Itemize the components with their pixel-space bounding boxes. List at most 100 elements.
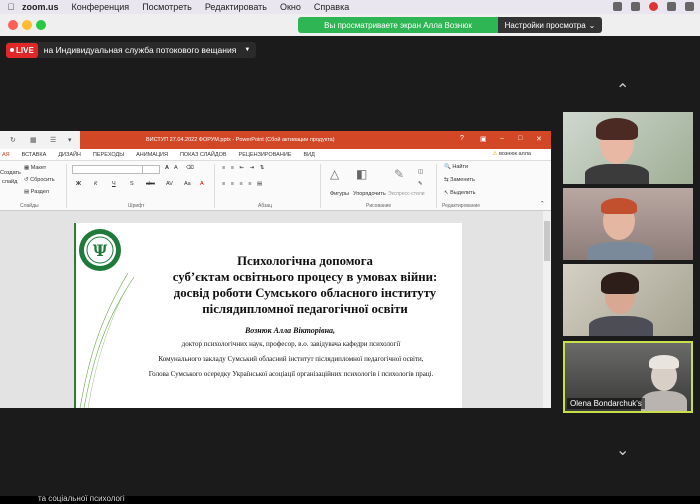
close-icon[interactable]: ✕ xyxy=(536,135,542,143)
list-icons[interactable]: ≡ ≡ ⇤ ⇥ ⇅ xyxy=(222,165,266,171)
quick-styles-icon[interactable]: ✎ xyxy=(394,167,404,181)
arrange-label[interactable]: Упорядочить xyxy=(353,191,386,197)
svg-text:Ψ: Ψ xyxy=(93,241,108,260)
tray-icon[interactable] xyxy=(685,2,694,11)
fill-icon[interactable]: ◫ xyxy=(418,169,423,175)
warning-icon: ⚠ xyxy=(492,151,498,157)
shapes-icon[interactable]: △ xyxy=(330,167,339,181)
tab-slideshow[interactable]: ПОКАЗ СЛАЙДОВ xyxy=(180,152,227,158)
participant-video[interactable] xyxy=(563,188,693,260)
gallery-down-chevron-icon[interactable]: ⌄ xyxy=(616,440,629,460)
group-divider xyxy=(320,164,321,208)
current-slide[interactable]: Ψ Психологічна допомога суб’єктам освітн… xyxy=(74,223,462,408)
menu-view[interactable]: Посмотреть xyxy=(142,2,192,12)
find-button[interactable]: 🔍 Найти xyxy=(444,164,468,170)
participant-video[interactable] xyxy=(563,112,693,184)
ribbon: Создать слайд ▦ Макет ↺ Сбросить ▤ Разде… xyxy=(0,161,551,211)
slide-author-detail: Комунального закладу Сумський обласний і… xyxy=(158,355,424,363)
arrange-icon[interactable]: ◧ xyxy=(356,167,367,181)
reset-button[interactable]: ↺ Сбросить xyxy=(24,177,55,183)
open-icon[interactable]: ☰ xyxy=(50,136,56,144)
zoom-screen:  zoom.us Конференция Посмотреть Редакти… xyxy=(0,0,700,504)
shrink-font-icon[interactable]: A xyxy=(174,165,178,171)
participant-video[interactable] xyxy=(563,264,693,336)
participant-name: Olena Bondarchuk's xyxy=(567,398,645,409)
live-stream-banner[interactable]: LIVE на Индивидуальная служба потокового… xyxy=(6,42,257,58)
gallery-up-chevron-icon[interactable]: ⌃ xyxy=(616,80,629,100)
group-drawing: Рисование xyxy=(366,203,392,209)
menu-edit[interactable]: Редактировать xyxy=(205,2,267,12)
tab-transitions[interactable]: ПЕРЕХОДЫ xyxy=(93,152,124,158)
slide-title-line: післядипломної педагогічної освіти xyxy=(202,302,408,316)
help-icon[interactable]: ? xyxy=(460,135,464,142)
slide-accent-bar xyxy=(74,223,76,408)
minimize-window-button[interactable] xyxy=(22,20,32,30)
active-speaker-video[interactable]: Olena Bondarchuk's xyxy=(563,341,693,413)
pp-titlebar: ВИСТУП 27.04.2022 ФОРУМ.pptx - PowerPoin… xyxy=(80,131,551,149)
layout-label: Макет xyxy=(30,165,47,171)
tab-home[interactable]: АЯ xyxy=(2,152,10,158)
tray-icon[interactable] xyxy=(613,2,622,11)
tab-insert[interactable]: ВСТАВКА xyxy=(22,152,47,158)
case-icon[interactable]: Aa xyxy=(184,181,191,187)
slide-author-detail: Голова Сумського осередку Української ас… xyxy=(148,370,434,378)
apple-icon[interactable]:  xyxy=(0,2,22,12)
font-color-icon[interactable]: A xyxy=(200,181,204,187)
caret-down-icon[interactable]: ▼ xyxy=(244,47,250,53)
redo-icon[interactable]: ↻ xyxy=(10,136,16,144)
slideshow-icon[interactable]: ▦ xyxy=(30,136,37,144)
spacing-icon[interactable]: AV xyxy=(166,181,173,187)
layout-button[interactable]: ▦ Макет xyxy=(24,165,46,171)
tab-design[interactable]: ДИЗАЙН xyxy=(58,152,81,158)
group-font: Шрифт xyxy=(128,203,145,209)
align-icons[interactable]: ≡ ≡ ≡ ≡ ▤ xyxy=(222,181,264,187)
record-icon[interactable] xyxy=(649,2,658,11)
shapes-label[interactable]: Фигуры xyxy=(330,191,349,197)
outline-icon[interactable]: ✎ xyxy=(418,181,423,187)
replace-button[interactable]: ⇆ Заменить xyxy=(444,177,475,183)
slide-scrollbar[interactable] xyxy=(543,211,551,408)
participant-hair xyxy=(596,118,638,140)
group-editing: Редактирование xyxy=(442,203,481,209)
minimize-icon[interactable]: – xyxy=(500,135,504,142)
new-slide-label[interactable]: Создать xyxy=(0,170,21,176)
tab-review[interactable]: РЕЦЕНЗИРОВАНИЕ xyxy=(239,152,292,158)
scrollbar-thumb[interactable] xyxy=(544,221,550,261)
grow-font-icon[interactable]: A xyxy=(165,165,169,171)
replace-label: Заменить xyxy=(450,177,475,183)
participant-body xyxy=(585,164,649,184)
menu-conference[interactable]: Конференция xyxy=(72,2,130,12)
window-titlebar: Вы просматриваете экран Алла Вознюк Наст… xyxy=(0,14,700,36)
clear-format-icon[interactable]: ⌫ xyxy=(186,165,194,171)
close-window-button[interactable] xyxy=(8,20,18,30)
account-name[interactable]: ⚠ вознюк алла xyxy=(493,151,531,157)
italic-icon[interactable]: К xyxy=(94,181,97,187)
group-paragraph: Абзац xyxy=(258,203,273,209)
bold-icon[interactable]: Ж xyxy=(76,181,81,187)
menu-window[interactable]: Окно xyxy=(280,2,301,12)
customize-icon[interactable]: ▾ xyxy=(68,136,72,144)
tab-animation[interactable]: АНИМАЦИЯ xyxy=(136,152,168,158)
tray-icon[interactable] xyxy=(631,2,640,11)
select-button[interactable]: ↖ Выделить xyxy=(444,190,476,196)
view-options-button[interactable]: Настройки просмотра ⌄ xyxy=(498,17,602,33)
menu-app[interactable]: zoom.us xyxy=(22,2,59,12)
shadow-icon[interactable]: S xyxy=(130,181,134,187)
quick-styles-label[interactable]: Экспресс-стили xyxy=(388,191,425,197)
maximize-icon[interactable]: □ xyxy=(518,135,522,142)
section-button[interactable]: ▤ Раздел xyxy=(24,189,49,195)
group-divider xyxy=(214,164,215,208)
ribbon-options-icon[interactable]: ▣ xyxy=(480,135,487,143)
institute-logo-icon: Ψ xyxy=(79,229,121,271)
menu-help[interactable]: Справка xyxy=(314,2,349,12)
fullscreen-window-button[interactable] xyxy=(36,20,46,30)
slide-title-line: суб’єктам освітнього процесу в умовах ві… xyxy=(172,270,438,284)
slide-title-line: досвід роботи Сумського обласного інстит… xyxy=(173,286,437,300)
font-size-box[interactable] xyxy=(142,165,160,174)
collapse-ribbon-icon[interactable]: ⌃ xyxy=(540,201,545,207)
new-slide-sub-label[interactable]: слайд xyxy=(2,179,17,185)
tab-view[interactable]: ВИД xyxy=(303,152,314,158)
underline-icon[interactable]: Ч xyxy=(112,181,116,187)
strike-icon[interactable]: abc xyxy=(146,181,155,187)
wifi-icon[interactable] xyxy=(667,2,676,11)
